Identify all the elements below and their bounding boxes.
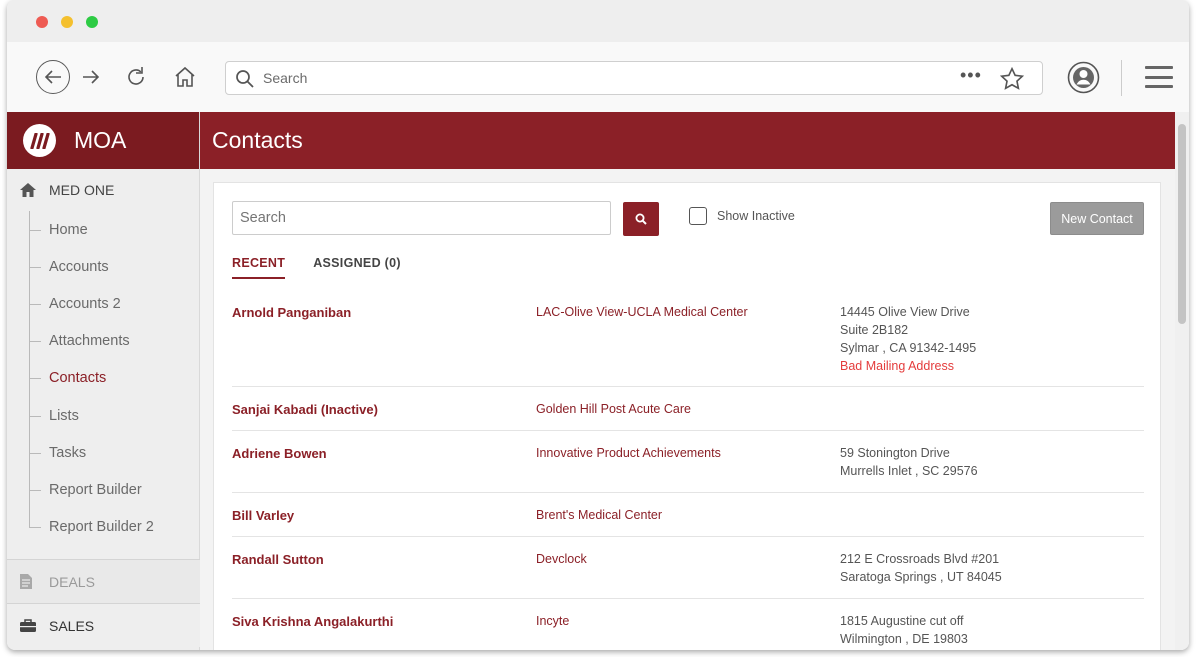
scrollbar-thumb[interactable] (1178, 124, 1186, 324)
brand-header[interactable]: MOA (7, 112, 199, 169)
contact-name[interactable]: Siva Krishna Angalakurthi (232, 614, 393, 629)
minimize-window-button[interactable] (61, 16, 73, 28)
profile-button[interactable] (1067, 61, 1100, 94)
star-bookmark-icon[interactable] (999, 66, 1025, 92)
list-item[interactable]: Arnold Panganiban LAC-Olive View-UCLA Me… (232, 297, 1144, 387)
title-bar (7, 0, 1189, 42)
sidebar-nav: Home Accounts Accounts 2 Attachments Con… (7, 211, 199, 546)
arrow-left-icon (44, 70, 61, 84)
address-line: Saratoga Springs , UT 84045 (840, 570, 1002, 584)
briefcase-icon (19, 617, 37, 635)
contact-organization[interactable]: Devclock (536, 552, 587, 566)
app-frame: MOA MED ONE Home Accounts Accounts 2 Att… (7, 112, 1189, 650)
page-header: Contacts (200, 112, 1189, 169)
list-item[interactable]: Adriene Bowen Innovative Product Achieve… (232, 431, 1144, 493)
sidebar-item-lists[interactable]: Lists (29, 397, 199, 434)
contacts-list: Arnold Panganiban LAC-Olive View-UCLA Me… (232, 297, 1144, 650)
brand-name: MOA (74, 127, 127, 153)
search-icon (236, 70, 254, 88)
new-contact-button[interactable]: New Contact (1050, 202, 1144, 235)
contact-organization[interactable]: Innovative Product Achievements (536, 446, 721, 460)
page-title: Contacts (212, 127, 303, 153)
hamburger-icon-bar (1144, 75, 1173, 79)
account-icon (1067, 61, 1100, 94)
contacts-search-input[interactable] (232, 201, 611, 235)
show-inactive-toggle[interactable]: Show Inactive (689, 207, 795, 225)
sidebar-item-report-builder-2[interactable]: Report Builder 2 (29, 509, 199, 546)
contact-address: 1815 Augustine cut off Wilmington , DE 1… (840, 612, 968, 648)
search-button[interactable] (623, 202, 659, 236)
menu-button[interactable] (1144, 66, 1173, 88)
sidebar-section-med-one[interactable]: MED ONE (7, 169, 199, 211)
show-inactive-checkbox[interactable] (689, 207, 707, 225)
sidebar-section-label: MED ONE (49, 182, 115, 198)
reload-icon (128, 67, 144, 85)
forward-button[interactable] (79, 64, 103, 90)
list-item[interactable]: Randall Sutton Devclock 212 E Crossroads… (232, 537, 1144, 599)
sidebar-deals-label: DEALS (49, 573, 95, 590)
contacts-tabs: RECENT ASSIGNED (0) (232, 256, 429, 279)
home-button[interactable] (172, 64, 198, 90)
list-item[interactable]: Bill Varley Brent's Medical Center (232, 493, 1144, 537)
contact-address: 14445 Olive View Drive Suite 2B182 Sylma… (840, 303, 976, 375)
sidebar-sales-label: SALES (49, 617, 95, 634)
contact-address: 59 Stonington Drive Murrells Inlet , SC … (840, 444, 978, 480)
hamburger-icon-bar (1144, 66, 1173, 69)
more-options-icon[interactable]: ••• (960, 65, 982, 86)
sidebar-item-home[interactable]: Home (29, 211, 199, 248)
address-line: Murrells Inlet , SC 29576 (840, 464, 978, 478)
sidebar-item-tasks[interactable]: Tasks (29, 434, 199, 471)
bad-mailing-address-warning: Bad Mailing Address (840, 359, 954, 373)
contact-name[interactable]: Adriene Bowen (232, 446, 327, 461)
contact-address: 212 E Crossroads Blvd #201 Saratoga Spri… (840, 550, 1002, 586)
list-item[interactable]: Siva Krishna Angalakurthi Incyte 1815 Au… (232, 599, 1144, 650)
address-line: Suite 2B182 (840, 323, 909, 337)
contact-name[interactable]: Arnold Panganiban (232, 305, 351, 320)
contact-name[interactable]: Randall Sutton (232, 552, 324, 567)
hamburger-icon-bar (1144, 85, 1173, 88)
address-bar[interactable]: Search ••• (225, 61, 1043, 95)
toolbar-divider (1121, 60, 1122, 96)
arrow-right-icon (83, 70, 100, 84)
scrollbar[interactable] (1175, 112, 1189, 650)
back-button[interactable] (36, 60, 70, 94)
home-icon (175, 66, 195, 87)
address-bar-placeholder: Search (263, 70, 308, 86)
contact-organization[interactable]: Brent's Medical Center (536, 508, 662, 522)
sidebar: MOA MED ONE Home Accounts Accounts 2 Att… (7, 112, 200, 650)
contact-organization[interactable]: Golden Hill Post Acute Care (536, 402, 691, 416)
browser-window: Search ••• MOA MED ONE Home Accounts Acc… (7, 0, 1189, 650)
contact-organization[interactable]: LAC-Olive View-UCLA Medical Center (536, 305, 748, 319)
contact-name[interactable]: Sanjai Kabadi (Inactive) (232, 402, 378, 417)
address-line: 14445 Olive View Drive (840, 305, 970, 319)
maximize-window-button[interactable] (86, 16, 98, 28)
document-icon (19, 573, 37, 591)
sidebar-section-deals[interactable]: DEALS (7, 559, 200, 603)
close-window-button[interactable] (36, 16, 48, 28)
main-content: Contacts Show Inactive New Contact RECEN… (200, 112, 1189, 650)
sidebar-item-attachments[interactable]: Attachments (29, 323, 199, 360)
sidebar-item-report-builder[interactable]: Report Builder (29, 471, 199, 508)
address-line: 1815 Augustine cut off (840, 614, 964, 628)
contact-name[interactable]: Bill Varley (232, 508, 294, 523)
sidebar-item-contacts[interactable]: Contacts (29, 360, 199, 397)
moa-logo-icon (23, 124, 56, 157)
sidebar-item-accounts[interactable]: Accounts (29, 248, 199, 285)
contacts-card: Show Inactive New Contact RECENT ASSIGNE… (213, 182, 1161, 650)
address-line: Sylmar , CA 91342-1495 (840, 341, 977, 355)
address-line: Wilmington , DE 19803 (840, 632, 968, 646)
tab-assigned[interactable]: ASSIGNED (0) (313, 256, 401, 279)
search-icon (635, 213, 647, 225)
list-item[interactable]: Sanjai Kabadi (Inactive) Golden Hill Pos… (232, 387, 1144, 431)
tab-recent[interactable]: RECENT (232, 256, 286, 279)
address-line: 212 E Crossroads Blvd #201 (840, 552, 1000, 566)
sidebar-item-accounts-2[interactable]: Accounts 2 (29, 285, 199, 322)
home-icon (19, 181, 37, 199)
reload-button[interactable] (122, 63, 150, 91)
sidebar-section-sales[interactable]: SALES (7, 603, 200, 647)
contact-organization[interactable]: Incyte (536, 614, 569, 628)
browser-toolbar: Search ••• (7, 42, 1189, 112)
show-inactive-label: Show Inactive (717, 209, 795, 223)
address-line: 59 Stonington Drive (840, 446, 950, 460)
